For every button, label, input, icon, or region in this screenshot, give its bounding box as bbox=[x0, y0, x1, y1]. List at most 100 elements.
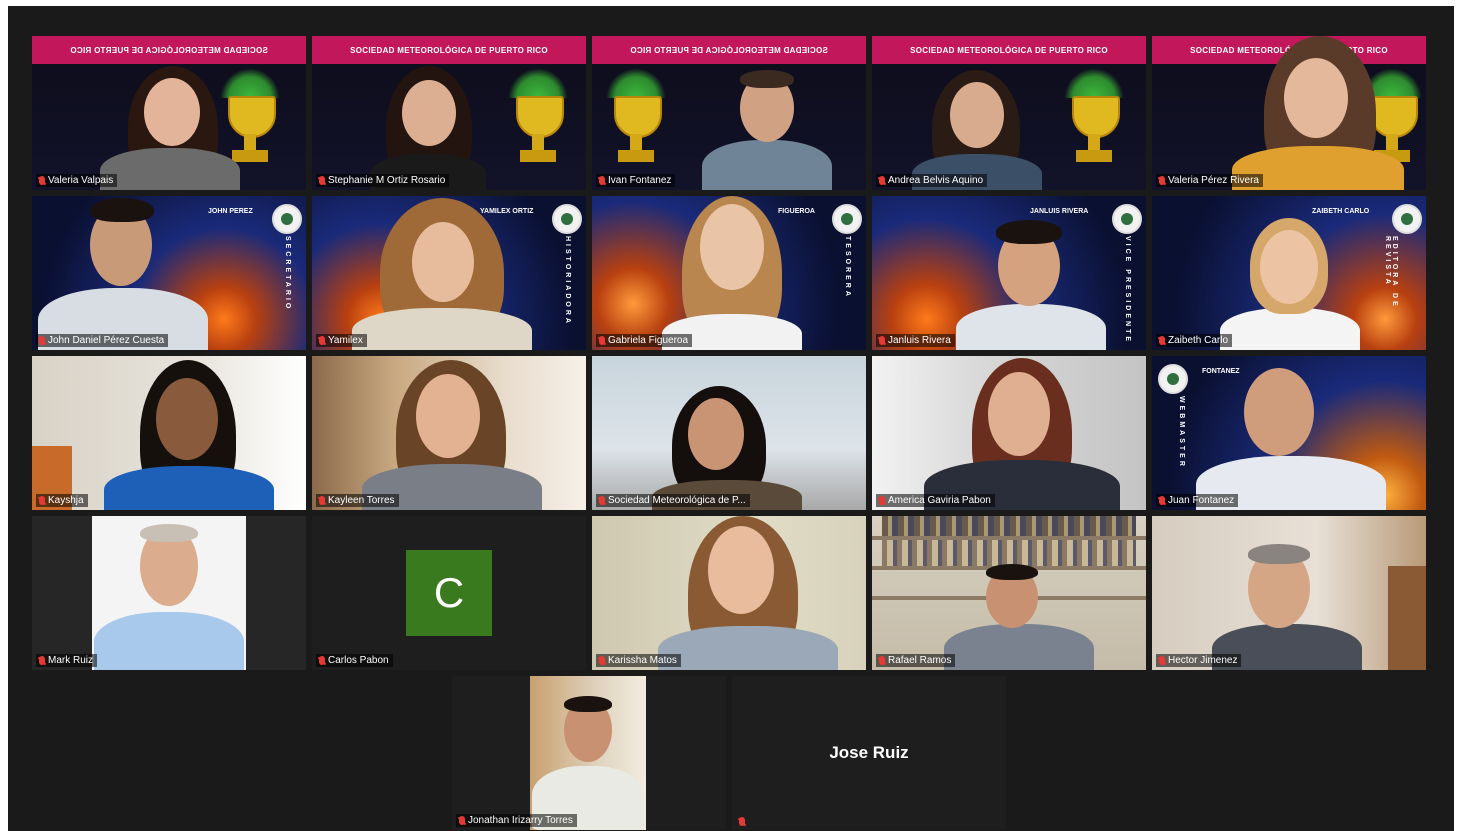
role-badge: JOHN PEREZ bbox=[208, 208, 253, 215]
participant-name-label: Sociedad Meteorológica de P... bbox=[596, 494, 750, 507]
microphone-muted-icon bbox=[879, 496, 885, 505]
microphone-muted-icon bbox=[459, 816, 465, 825]
microphone-muted-icon bbox=[1159, 496, 1165, 505]
microphone-muted-icon bbox=[1159, 656, 1165, 665]
microphone-muted-icon bbox=[319, 176, 325, 185]
participant-face bbox=[402, 80, 456, 146]
participant-face bbox=[144, 78, 200, 146]
participant-name-label: Zaibeth Carlo bbox=[1156, 334, 1233, 347]
participant-tile[interactable]: Kayshja bbox=[32, 356, 306, 510]
participant-tile[interactable]: Sociedad Meteorológica de Puerto Rico Va… bbox=[1152, 36, 1426, 190]
society-logo-icon bbox=[1392, 204, 1422, 234]
microphone-muted-icon bbox=[39, 336, 45, 345]
participant-face bbox=[988, 372, 1050, 456]
microphone-muted-icon bbox=[879, 336, 885, 345]
microphone-muted-icon bbox=[39, 656, 45, 665]
participant-tile[interactable]: America Gaviria Pabon bbox=[872, 356, 1146, 510]
participant-name-label: Hector Jimenez bbox=[1156, 654, 1242, 667]
participant-face bbox=[950, 82, 1004, 148]
participant-name-label: Mark Ruiz bbox=[36, 654, 98, 667]
participant-tile[interactable]: Karissha Matos bbox=[592, 516, 866, 670]
participant-tile[interactable]: YAMILEX ORTIZ HISTORIADORA Yamilex bbox=[312, 196, 586, 350]
participant-name-label: Ivan Fontanez bbox=[596, 174, 676, 187]
society-logo-icon bbox=[1112, 204, 1142, 234]
banner: Sociedad Meteorológica de Puerto Rico bbox=[32, 36, 306, 64]
banner: Sociedad Meteorológica de Puerto Rico bbox=[592, 36, 866, 64]
participant-name-label: Andrea Belvis Aquino bbox=[876, 174, 988, 187]
participant-face bbox=[1260, 230, 1318, 304]
participant-tile[interactable]: Hector Jimenez bbox=[1152, 516, 1426, 670]
microphone-muted-icon bbox=[319, 336, 325, 345]
participant-tile[interactable]: Sociedad Meteorológica de Puerto Rico St… bbox=[312, 36, 586, 190]
participant-face bbox=[700, 204, 764, 290]
participant-tile[interactable]: FIGUEROA TESORERA Gabriela Figueroa bbox=[592, 196, 866, 350]
participant-name-label: Valeria Pérez Rivera bbox=[1156, 174, 1263, 187]
role-title: WEBMASTER bbox=[1178, 396, 1185, 469]
microphone-muted-icon bbox=[599, 176, 605, 185]
role-title: EDITORA DE REVISTA bbox=[1384, 236, 1398, 309]
participant-tile[interactable]: Rafael Ramos bbox=[872, 516, 1146, 670]
participant-name-label: Juan Fontanez bbox=[1156, 494, 1239, 507]
role-badge: FONTANEZ bbox=[1202, 368, 1240, 375]
avatar: C bbox=[406, 550, 492, 636]
participant-name-label: Jonathan Irizarry Torres bbox=[456, 814, 577, 827]
banner: Sociedad Meteorológica de Puerto Rico bbox=[872, 36, 1146, 64]
participant-tile[interactable]: Mark Ruiz bbox=[32, 516, 306, 670]
participant-face bbox=[708, 526, 774, 614]
role-badge: ZAIBETH CARLO bbox=[1312, 208, 1370, 215]
participant-face bbox=[156, 378, 218, 460]
society-logo-icon bbox=[272, 204, 302, 234]
video-gallery: Sociedad Meteorológica de Puerto Rico Va… bbox=[8, 6, 1454, 831]
participant-name-label: America Gaviria Pabon bbox=[876, 494, 995, 507]
participant-tile-active-speaker[interactable]: FONTANEZ WEBMASTER Juan Fontanez bbox=[1152, 356, 1426, 510]
participant-tile[interactable]: JOHN PEREZ SECRETARIO John Daniel Pérez … bbox=[32, 196, 306, 350]
participant-tile[interactable]: Sociedad Meteorológica de Puerto Rico Va… bbox=[32, 36, 306, 190]
participant-name-label: Karissha Matos bbox=[596, 654, 681, 667]
microphone-muted-icon bbox=[879, 176, 885, 185]
participant-name-label: Yamilex bbox=[316, 334, 367, 347]
participant-name-label: Carlos Pabon bbox=[316, 654, 393, 667]
participant-name-label: Kayleen Torres bbox=[316, 494, 399, 507]
microphone-muted-icon bbox=[739, 817, 745, 826]
microphone-muted-icon bbox=[319, 496, 325, 505]
trophy-icon bbox=[508, 68, 568, 168]
participant-name-label: Kayshja bbox=[36, 494, 88, 507]
microphone-muted-icon bbox=[599, 336, 605, 345]
participant-tile[interactable]: JANLUIS RIVERA VICE PRESIDENTE Janluis R… bbox=[872, 196, 1146, 350]
microphone-muted-icon bbox=[1159, 176, 1165, 185]
role-title: TESORERA bbox=[844, 236, 851, 299]
society-logo-icon bbox=[832, 204, 862, 234]
society-logo-icon bbox=[552, 204, 582, 234]
microphone-muted-icon bbox=[39, 496, 45, 505]
participant-name-label: Gabriela Figueroa bbox=[596, 334, 693, 347]
participant-name-label: Janluis Rivera bbox=[876, 334, 955, 347]
participant-tile[interactable]: Kayleen Torres bbox=[312, 356, 586, 510]
microphone-muted-icon bbox=[599, 656, 605, 665]
participant-face bbox=[412, 222, 474, 302]
trophy-icon bbox=[606, 68, 666, 168]
participant-name-label bbox=[736, 816, 752, 827]
microphone-muted-icon bbox=[879, 656, 885, 665]
participant-tile[interactable]: C Carlos Pabon bbox=[312, 516, 586, 670]
role-title: HISTORIADORA bbox=[564, 236, 571, 326]
participant-face bbox=[1244, 368, 1314, 456]
microphone-muted-icon bbox=[599, 496, 605, 505]
role-title: VICE PRESIDENTE bbox=[1124, 236, 1131, 345]
microphone-muted-icon bbox=[1159, 336, 1165, 345]
participant-display-name: Jose Ruiz bbox=[829, 743, 909, 762]
participant-tile[interactable]: Sociedad Meteorológica de Puerto Rico Iv… bbox=[592, 36, 866, 190]
trophy-icon bbox=[1064, 68, 1124, 168]
participant-tile[interactable]: Jonathan Irizarry Torres bbox=[452, 676, 726, 830]
role-title: SECRETARIO bbox=[284, 236, 291, 312]
banner: Sociedad Meteorológica de Puerto Rico bbox=[312, 36, 586, 64]
participant-name-label: Valeria Valpais bbox=[36, 174, 118, 187]
participant-tile[interactable]: Sociedad Meteorológica de P... bbox=[592, 356, 866, 510]
participant-tile[interactable]: Sociedad Meteorológica de Puerto Rico An… bbox=[872, 36, 1146, 190]
participant-tile[interactable]: ZAIBETH CARLO EDITORA DE REVISTA Zaibeth… bbox=[1152, 196, 1426, 350]
society-logo-icon bbox=[1158, 364, 1188, 394]
trophy-icon bbox=[220, 68, 280, 168]
role-badge: FIGUEROA bbox=[778, 208, 815, 215]
participant-name-label: Stephanie M Ortiz Rosario bbox=[316, 174, 450, 187]
participant-tile[interactable]: Jose Ruiz bbox=[732, 676, 1006, 830]
microphone-muted-icon bbox=[319, 656, 325, 665]
